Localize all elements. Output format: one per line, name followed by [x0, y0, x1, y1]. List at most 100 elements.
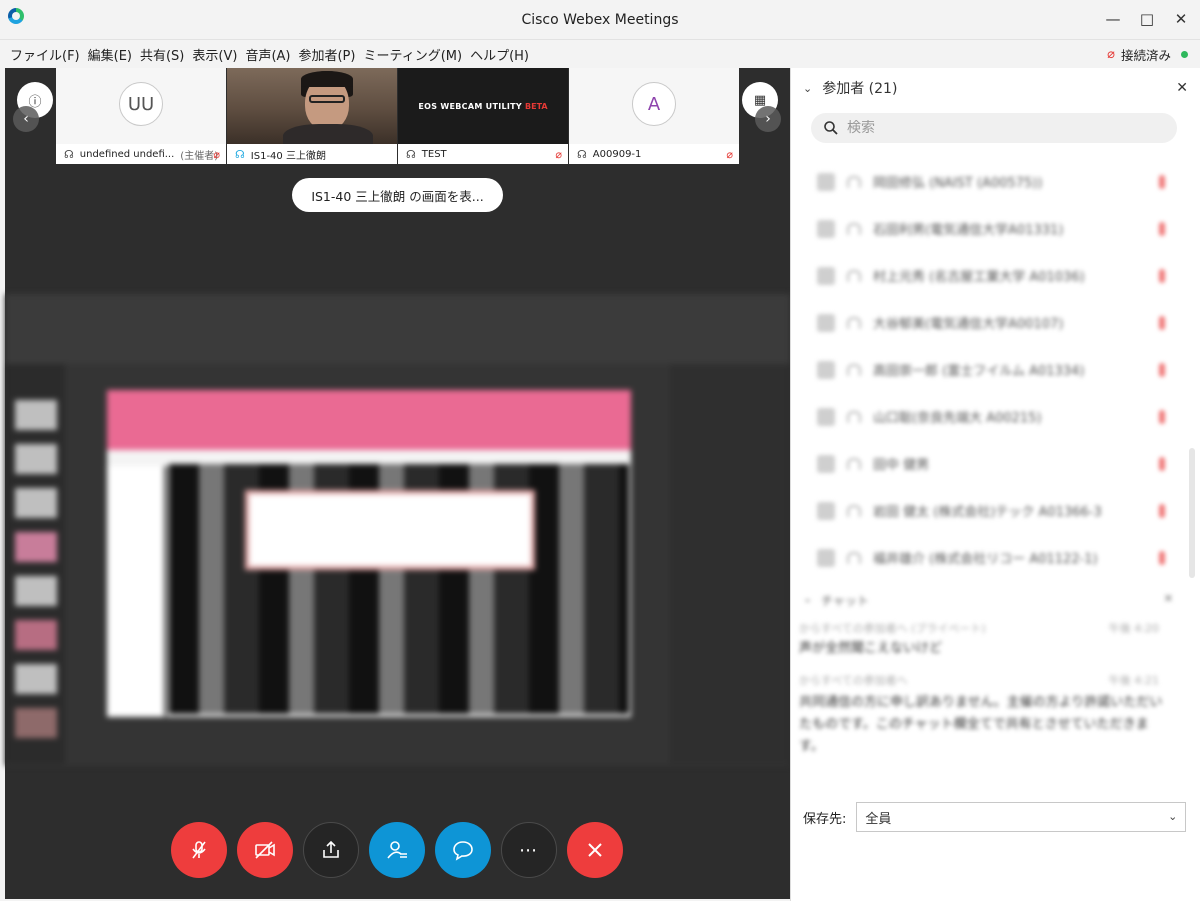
more-icon: ⋯ [519, 839, 539, 861]
slide-thumbnail [15, 532, 57, 562]
mic-off-icon [1159, 409, 1165, 424]
chat-messages: からすべての参加者へ (プライベート) 午後 4:20 声が全然聞こえないけど … [791, 616, 1191, 794]
list-item[interactable]: 福井雄介 (株式会社リコー A01122-1) [791, 534, 1177, 581]
send-to-value: 全員 [865, 811, 892, 827]
participant-name: 大谷郁美(電気通信大学A00107) [873, 317, 1064, 332]
participants-icon [387, 841, 407, 859]
list-item[interactable]: 高田崇一郎 (富士フイルム A01334) [791, 346, 1177, 393]
list-item[interactable]: 岡田修弘 (NAIST (A00575)) [791, 158, 1177, 205]
menu-file[interactable]: ファイル(F) [10, 45, 80, 64]
close-panel-icon[interactable]: ✕ [1176, 80, 1188, 96]
menu-audio[interactable]: 音声(A) [245, 45, 290, 64]
video-tile-active[interactable]: ☊ IS1-40 三上徹朗 [227, 68, 397, 164]
mic-off-icon: ⌀ [555, 147, 562, 161]
list-item[interactable]: 大谷郁美(電気通信大学A00107) [791, 299, 1177, 346]
avatar-icon [817, 454, 835, 473]
share-button[interactable] [303, 822, 359, 878]
video-off-icon [255, 841, 275, 859]
close-window-button[interactable]: ✕ [1166, 8, 1196, 30]
mic-off-icon [1159, 503, 1165, 518]
participant-list: 岡田修弘 (NAIST (A00575)) 石田利男(電気通信大学A01331)… [791, 158, 1177, 578]
headset-icon [847, 269, 861, 282]
leave-button[interactable] [567, 822, 623, 878]
list-item[interactable]: 山口聡(奈良先端大 A00215) [791, 393, 1177, 440]
avatar-icon [817, 219, 835, 238]
search-input[interactable] [847, 120, 1147, 136]
headset-icon [847, 316, 861, 329]
maximize-button[interactable]: □ [1132, 8, 1162, 30]
chat-time: 午後 4:21 [1108, 674, 1159, 687]
menu-share[interactable]: 共有(S) [140, 45, 184, 64]
slide-column [107, 466, 167, 716]
avatar-icon [817, 266, 835, 285]
participant-list-scrollbar[interactable] [1187, 158, 1197, 578]
menu-edit[interactable]: 編集(E) [88, 45, 132, 64]
slide-thumbnail [15, 488, 57, 518]
filmstrip-prev-button[interactable]: ‹ [13, 106, 39, 132]
list-item[interactable]: 田中 健男 [791, 440, 1177, 487]
video-tile[interactable]: EOS WEBCAM UTILITY BETA ☊ TEST ⌀ [398, 68, 568, 164]
chat-message-meta: からすべての参加者へ (プライベート) 午後 4:20 [799, 620, 1169, 636]
chat-header[interactable]: ⌄ チャット ✕ [791, 586, 1191, 614]
headset-icon [847, 410, 861, 423]
send-to-label: 保存先: [803, 811, 847, 827]
headset-icon [847, 457, 861, 470]
headset-icon: ☊ [406, 147, 416, 161]
shared-screen [5, 294, 790, 766]
title-bar: Cisco Webex Meetings — □ ✕ [0, 0, 1200, 40]
menu-participant[interactable]: 参加者(P) [298, 45, 355, 64]
menu-meeting[interactable]: ミーティング(M) [363, 45, 462, 64]
headset-icon: ☊ [235, 147, 245, 161]
participant-name: 岡田修弘 (NAIST (A00575)) [873, 176, 1043, 191]
participants-header[interactable]: ⌄ 参加者 (21) [791, 68, 1200, 108]
connection-status-label: 接続済み [1120, 48, 1171, 63]
list-item[interactable]: 岩田 健太 (株式会社)テック A01366-3 [791, 487, 1177, 534]
filmstrip: ⓘ ‹ UU ☊ undefined undefi... (主催者) ⌀ ☊ I… [5, 68, 790, 164]
mic-off-icon: ⌀ [1107, 47, 1115, 62]
camera-video [227, 68, 397, 154]
chevron-down-icon: ⌄ [1168, 810, 1178, 823]
connection-status: ⌀ 接続済み [1107, 45, 1188, 64]
shared-app-toolbar [5, 294, 790, 364]
video-tile[interactable]: UU ☊ undefined undefi... (主催者) ⌀ [56, 68, 226, 164]
participant-name: 村上元秀 (名古屋工業大学 A01036) [873, 270, 1085, 285]
mic-off-icon [1159, 268, 1165, 283]
headset-icon [847, 363, 861, 376]
scroll-thumb[interactable] [1189, 448, 1195, 578]
close-chat-icon[interactable]: ✕ [1164, 592, 1173, 605]
list-item[interactable]: 村上元秀 (名古屋工業大学 A01036) [791, 252, 1177, 299]
minimize-button[interactable]: — [1098, 8, 1128, 30]
more-button[interactable]: ⋯ [501, 822, 557, 878]
menu-view[interactable]: 表示(V) [192, 45, 237, 64]
headset-icon [847, 222, 861, 235]
chat-message-text: 声が全然聞こえないけど [799, 641, 943, 656]
avatar: UU [119, 82, 163, 126]
filmstrip-next-button[interactable]: › [755, 106, 781, 132]
chevron-down-icon[interactable]: ⌄ [803, 592, 812, 605]
list-item[interactable]: 石田利男(電気通信大学A01331) [791, 205, 1177, 252]
participant-name: A00909-1 [592, 148, 642, 160]
participant-name: 岩田 健太 (株式会社)テック A01366-3 [873, 505, 1102, 520]
mic-off-icon: ⌀ [726, 147, 733, 161]
shared-slide [107, 390, 631, 717]
avatar-icon [817, 172, 835, 191]
avatar: A [632, 82, 676, 126]
send-to-select[interactable]: 全員 ⌄ [856, 802, 1187, 832]
headset-icon [847, 175, 861, 188]
video-person-glasses [309, 95, 345, 103]
shared-side-panel [670, 364, 790, 764]
participant-search[interactable] [811, 113, 1177, 143]
mute-button[interactable] [171, 822, 227, 878]
chat-button[interactable] [435, 822, 491, 878]
video-tile[interactable]: A ☊ A00909-1 ⌀ [569, 68, 739, 164]
participants-button[interactable] [369, 822, 425, 878]
participant-name: TEST [421, 148, 447, 160]
chevron-down-icon[interactable]: ⌄ [803, 82, 812, 95]
mic-off-icon [1159, 315, 1165, 330]
chat-icon [453, 841, 473, 861]
menu-bar: ファイル(F) 編集(E) 共有(S) 表示(V) 音声(A) 参加者(P) ミ… [0, 40, 1200, 68]
headset-icon [847, 504, 861, 517]
headset-icon: ☊ [64, 147, 74, 161]
menu-help[interactable]: ヘルプ(H) [470, 45, 529, 64]
video-button[interactable] [237, 822, 293, 878]
